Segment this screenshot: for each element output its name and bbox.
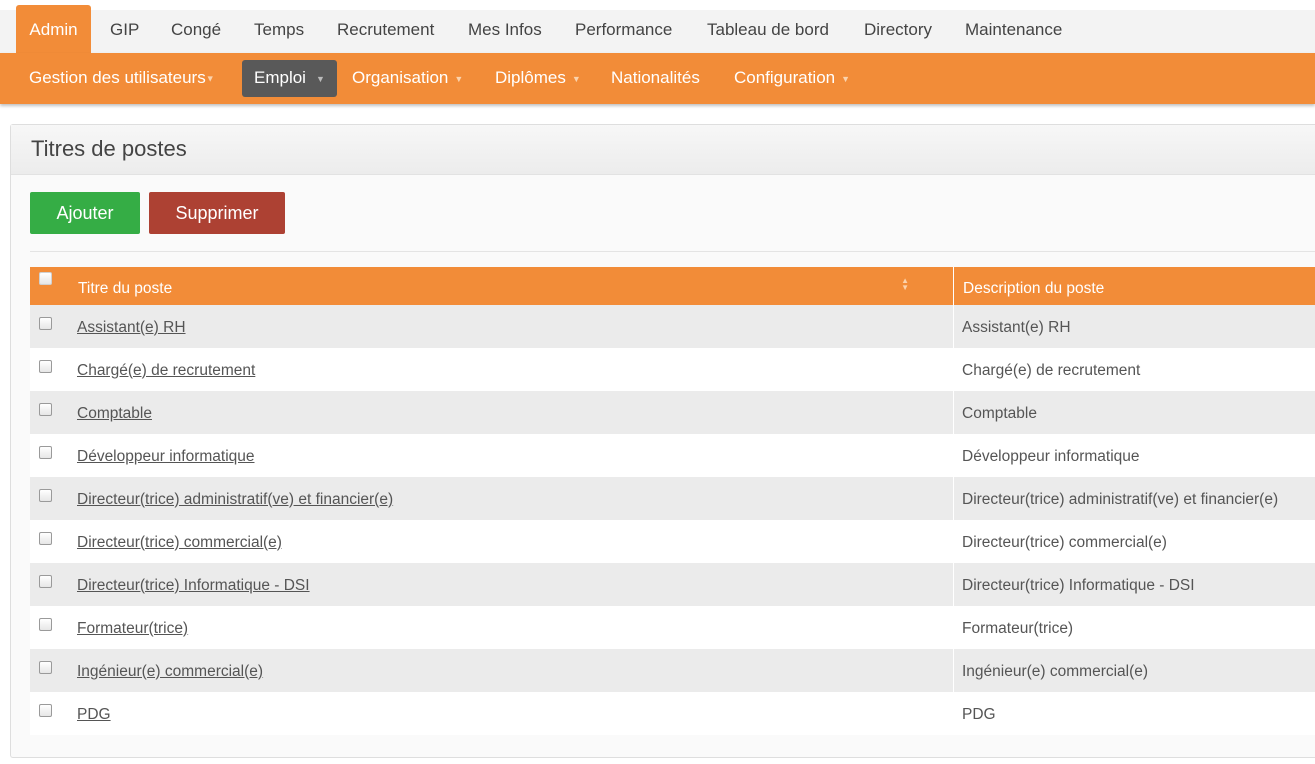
table-row: Directeur(trice) administratif(ve) et fi…: [30, 477, 1315, 520]
add-button[interactable]: Ajouter: [30, 192, 140, 234]
column-header-label: Titre du poste: [78, 280, 173, 297]
job-description: Chargé(e) de recrutement: [962, 361, 1141, 379]
panel-header: Titres de postes: [11, 125, 1315, 175]
row-checkbox[interactable]: [39, 661, 52, 674]
caret-down-icon: ▼: [841, 73, 851, 84]
submenu-emploi[interactable]: Emploi ▼: [242, 60, 337, 97]
top-menu-tableau-de-bord[interactable]: Tableau de bord: [707, 10, 829, 53]
top-menu-temps[interactable]: Temps: [254, 10, 304, 53]
job-description: Développeur informatique: [962, 447, 1140, 465]
table-row: Comptable Comptable: [30, 391, 1315, 434]
job-description: Assistant(e) RH: [962, 318, 1071, 336]
job-description: Directeur(trice) administratif(ve) et fi…: [962, 490, 1279, 508]
select-all-cell: [30, 267, 69, 305]
job-titles-panel: Titres de postes Ajouter Supprimer Titre…: [10, 124, 1315, 758]
submenu-label: Diplômes: [495, 68, 566, 87]
job-title-link[interactable]: Chargé(e) de recrutement: [77, 362, 255, 379]
table-row: Formateur(trice) Formateur(trice): [30, 606, 1315, 649]
job-description: Formateur(trice): [962, 619, 1074, 637]
row-checkbox[interactable]: [39, 532, 52, 545]
top-menu-mes-infos[interactable]: Mes Infos: [468, 10, 542, 53]
job-description: Directeur(trice) commercial(e): [962, 533, 1167, 551]
caret-down-icon: ▼: [571, 73, 581, 84]
row-checkbox[interactable]: [39, 403, 52, 416]
table-header-row: Titre du poste ▲ ▼ Description du poste: [30, 267, 1315, 305]
table-row: Directeur(trice) commercial(e) Directeur…: [30, 520, 1315, 563]
submenu-label: Configuration: [734, 68, 836, 87]
submenu-label: Gestion des utilisateurs: [29, 68, 206, 87]
top-menu-directory[interactable]: Directory: [864, 10, 932, 53]
row-checkbox[interactable]: [39, 489, 52, 502]
submenu-gestion-utilisateurs[interactable]: Gestion des utilisateurs▼: [29, 60, 215, 97]
submenu-configuration[interactable]: Configuration ▼: [734, 60, 850, 97]
submenu-diplomes[interactable]: Diplômes ▼: [495, 60, 581, 97]
table-row: Chargé(e) de recrutement Chargé(e) de re…: [30, 348, 1315, 391]
table-row: Ingénieur(e) commercial(e) Ingénieur(e) …: [30, 649, 1315, 692]
submenu-label: Nationalités: [611, 68, 700, 87]
table-row: Directeur(trice) Informatique - DSI Dire…: [30, 563, 1315, 606]
table-row: Développeur informatique Développeur inf…: [30, 434, 1315, 477]
row-checkbox[interactable]: [39, 704, 52, 717]
row-checkbox[interactable]: [39, 360, 52, 373]
admin-submenu: Gestion des utilisateurs▼ Emploi ▼ Organi…: [0, 53, 1315, 104]
page-title: Titres de postes: [31, 136, 187, 161]
top-menu-recrutement[interactable]: Recrutement: [337, 10, 434, 53]
row-checkbox[interactable]: [39, 317, 52, 330]
caret-down-icon: ▼: [454, 73, 464, 84]
job-title-link[interactable]: PDG: [77, 706, 111, 723]
job-title-link[interactable]: Développeur informatique: [77, 448, 255, 465]
caret-down-icon: ▼: [315, 73, 325, 84]
delete-button[interactable]: Supprimer: [149, 192, 285, 234]
submenu-label: Organisation: [352, 68, 449, 87]
top-menu-performance[interactable]: Performance: [575, 10, 672, 53]
top-menu-maintenance[interactable]: Maintenance: [965, 10, 1062, 53]
job-description: Directeur(trice) Informatique - DSI: [962, 576, 1195, 594]
row-checkbox[interactable]: [39, 575, 52, 588]
job-title-link[interactable]: Directeur(trice) Informatique - DSI: [77, 577, 310, 594]
job-description: Comptable: [962, 404, 1037, 422]
job-description: Ingénieur(e) commercial(e): [962, 662, 1149, 680]
top-menu-conge[interactable]: Congé: [171, 10, 221, 53]
row-checkbox[interactable]: [39, 618, 52, 631]
select-all-checkbox[interactable]: [39, 271, 52, 285]
column-header-description: Description du poste: [953, 267, 1315, 305]
top-navigation: Admin GIP Congé Temps Recrutement Mes In…: [0, 5, 1315, 53]
table-row: PDG PDG: [30, 692, 1315, 735]
submenu-label: Emploi: [254, 68, 306, 87]
column-header-label: Description du poste: [963, 280, 1105, 297]
submenu-organisation[interactable]: Organisation ▼: [352, 60, 463, 97]
job-title-link[interactable]: Directeur(trice) administratif(ve) et fi…: [77, 491, 393, 508]
row-checkbox[interactable]: [39, 446, 52, 459]
job-title-link[interactable]: Comptable: [77, 405, 152, 422]
column-header-title[interactable]: Titre du poste ▲ ▼: [69, 267, 954, 305]
caret-down-icon: ▼: [205, 73, 215, 84]
job-title-link[interactable]: Ingénieur(e) commercial(e): [77, 663, 263, 680]
sort-icon[interactable]: ▲ ▼: [901, 277, 909, 292]
divider: [30, 251, 1315, 252]
job-titles-table: Titre du poste ▲ ▼ Description du poste A…: [30, 267, 1315, 735]
table-row: Assistant(e) RH Assistant(e) RH: [30, 305, 1315, 348]
job-title-link[interactable]: Formateur(trice): [77, 620, 188, 637]
top-menu-gip[interactable]: GIP: [110, 10, 139, 53]
submenu-nationalites[interactable]: Nationalités: [611, 60, 700, 97]
job-title-link[interactable]: Directeur(trice) commercial(e): [77, 534, 282, 551]
top-menu-admin[interactable]: Admin: [16, 5, 91, 53]
job-description: PDG: [962, 705, 996, 723]
job-title-link[interactable]: Assistant(e) RH: [77, 319, 186, 336]
